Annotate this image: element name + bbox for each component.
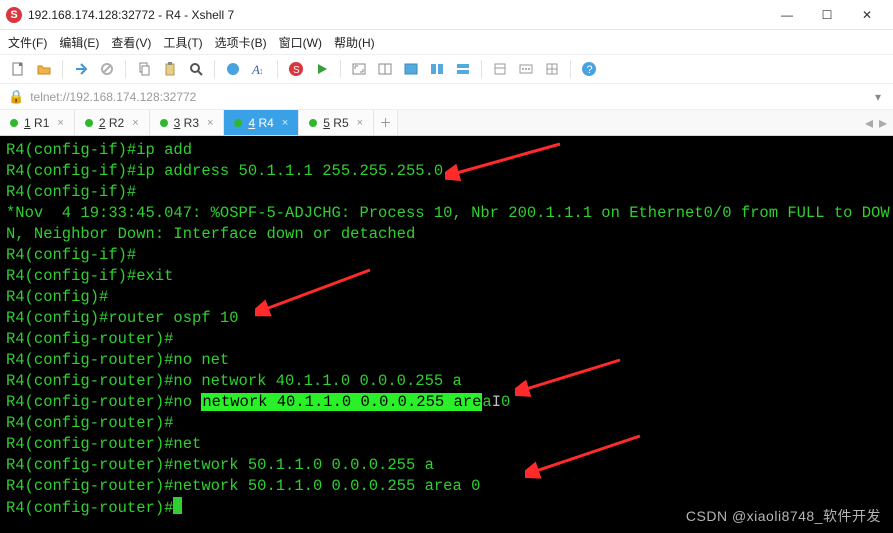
status-dot-icon — [160, 119, 168, 127]
run-icon[interactable] — [310, 57, 334, 81]
status-dot-icon — [234, 119, 242, 127]
terminal-view[interactable]: CSDN @xiaoli8748_软件开发 R4(config-if)#ip a… — [0, 136, 893, 533]
terminal-line: R4(config-router)# — [6, 413, 887, 434]
session-tab-4[interactable]: 4 R4 × — [224, 110, 299, 135]
terminal-line: R4(config-if)# — [6, 182, 887, 203]
terminal-line: R4(config-if)#exit — [6, 266, 887, 287]
split-icon[interactable] — [373, 57, 397, 81]
menu-tools[interactable]: 工具(T) — [163, 34, 202, 51]
toolbar: A↕ S ? — [0, 54, 893, 84]
terminal-line: R4(config-router)#no network 40.1.1.0 0.… — [6, 371, 887, 392]
optB-icon[interactable] — [514, 57, 538, 81]
terminal-line: R4(config-if)#ip add — [6, 140, 887, 161]
optC-icon[interactable] — [540, 57, 564, 81]
terminal-line: R4(config-router)#no network 40.1.1.0 0.… — [6, 392, 887, 413]
tab-label: 2 R2 — [99, 116, 124, 130]
shell-icon[interactable]: S — [284, 57, 308, 81]
terminal-cursor — [173, 497, 182, 514]
status-dot-icon — [10, 119, 18, 127]
terminal-line: R4(config-if)#ip address 50.1.1.1 255.25… — [6, 161, 887, 182]
app-icon: S — [6, 7, 22, 23]
svg-text:S: S — [293, 65, 300, 76]
menu-view[interactable]: 查看(V) — [111, 34, 151, 51]
svg-text:?: ? — [587, 64, 593, 76]
tab-nav-next-icon[interactable]: ▸ — [879, 113, 887, 133]
terminal-line: R4(config-if)# — [6, 245, 887, 266]
session-tab-5[interactable]: 5 R5 × — [299, 110, 374, 135]
menu-edit[interactable]: 编辑(E) — [59, 34, 99, 51]
tab-label: 3 R3 — [174, 116, 199, 130]
tab-label: 4 R4 — [248, 116, 273, 130]
new-file-icon[interactable] — [6, 57, 30, 81]
terminal-line: R4(config)#router ospf 10 — [6, 308, 887, 329]
session-tab-2[interactable]: 2 R2 × — [75, 110, 150, 135]
terminal-line: R4(config-router)# — [6, 329, 887, 350]
status-dot-icon — [309, 119, 317, 127]
tab-nav-prev-icon[interactable]: ◂ — [865, 113, 873, 133]
menubar: 文件(F) 编辑(E) 查看(V) 工具(T) 选项卡(B) 窗口(W) 帮助(… — [0, 30, 893, 54]
close-button[interactable]: ✕ — [847, 1, 887, 29]
window-title: 192.168.174.128:32772 - R4 - Xshell 7 — [28, 8, 767, 22]
menu-file[interactable]: 文件(F) — [8, 34, 47, 51]
font-icon[interactable]: A↕ — [247, 57, 271, 81]
tab-close-icon[interactable]: × — [132, 117, 138, 129]
paste-icon[interactable] — [158, 57, 182, 81]
tile3-icon[interactable] — [451, 57, 475, 81]
terminal-line: R4(config-router)#network 50.1.1.0 0.0.0… — [6, 476, 887, 497]
color-icon[interactable] — [221, 57, 245, 81]
address-dropdown-icon[interactable]: ▾ — [871, 90, 885, 104]
session-tabstrip: 1 R1 × 2 R2 × 3 R3 × 4 R4 × 5 R5 × ＋ ◂ ▸ — [0, 110, 893, 136]
terminal-line: R4(config-router)#network 50.1.1.0 0.0.0… — [6, 455, 887, 476]
terminal-line: R4(config-router)#no net — [6, 350, 887, 371]
address-text[interactable]: telnet://192.168.174.128:32772 — [30, 90, 871, 104]
optA-icon[interactable] — [488, 57, 512, 81]
copy-icon[interactable] — [132, 57, 156, 81]
lock-icon: 🔒 — [8, 89, 24, 105]
connect-icon[interactable] — [69, 57, 93, 81]
open-folder-icon[interactable] — [32, 57, 56, 81]
disconnect-icon[interactable] — [95, 57, 119, 81]
tab-label: 5 R5 — [323, 116, 348, 130]
tab-close-icon[interactable]: × — [282, 117, 288, 129]
menu-tabs[interactable]: 选项卡(B) — [215, 34, 267, 51]
help-icon[interactable]: ? — [577, 57, 601, 81]
tab-close-icon[interactable]: × — [57, 117, 63, 129]
svg-text:↕: ↕ — [259, 66, 264, 76]
menu-window[interactable]: 窗口(W) — [279, 34, 322, 51]
session-tab-3[interactable]: 3 R3 × — [150, 110, 225, 135]
session-tab-1[interactable]: 1 R1 × — [0, 110, 75, 135]
status-dot-icon — [85, 119, 93, 127]
titlebar: S 192.168.174.128:32772 - R4 - Xshell 7 … — [0, 0, 893, 30]
tab-nav: ◂ ▸ — [859, 110, 893, 135]
terminal-line: *Nov 4 19:33:45.047: %OSPF-5-ADJCHG: Pro… — [6, 203, 887, 224]
tile1-icon[interactable] — [399, 57, 423, 81]
address-bar: 🔒 telnet://192.168.174.128:32772 ▾ — [0, 84, 893, 110]
minimize-button[interactable]: — — [767, 1, 807, 29]
terminal-line: N, Neighbor Down: Interface down or deta… — [6, 224, 887, 245]
tab-add-button[interactable]: ＋ — [374, 110, 398, 135]
terminal-line: R4(config)# — [6, 287, 887, 308]
maximize-button[interactable]: ☐ — [807, 1, 847, 29]
tab-close-icon[interactable]: × — [357, 117, 363, 129]
tab-label: 1 R1 — [24, 116, 49, 130]
terminal-line: R4(config-router)#net — [6, 434, 887, 455]
fullscreen-icon[interactable] — [347, 57, 371, 81]
tile2-icon[interactable] — [425, 57, 449, 81]
tab-close-icon[interactable]: × — [207, 117, 213, 129]
menu-help[interactable]: 帮助(H) — [334, 34, 375, 51]
watermark-text: CSDN @xiaoli8748_软件开发 — [686, 506, 881, 527]
find-icon[interactable] — [184, 57, 208, 81]
